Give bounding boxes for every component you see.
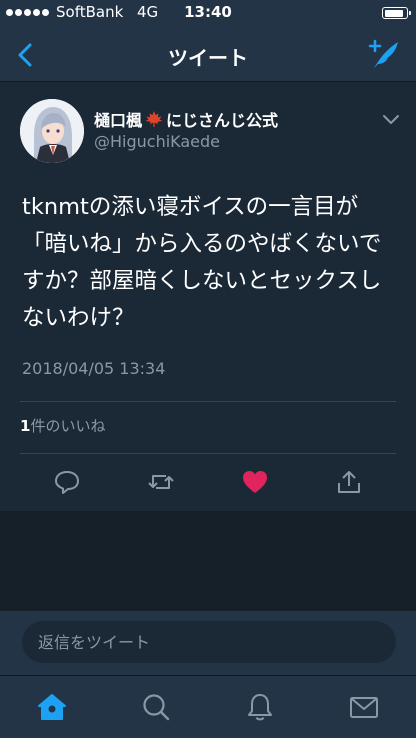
retweet-button[interactable] (146, 467, 176, 497)
empty-area (0, 511, 416, 611)
status-bar: SoftBank 4G 13:40 (0, 0, 416, 26)
page-title: ツイート (168, 46, 248, 70)
tab-messages[interactable] (347, 690, 381, 724)
retweet-icon (148, 475, 174, 489)
author-name-suffix: にじさんじ公式 (166, 111, 279, 130)
likes-label: 件のいいね (30, 417, 106, 435)
reply-icon (55, 471, 79, 494)
status-time: 13:40 (184, 3, 232, 21)
author-display-name[interactable]: 樋口楓 にじさんじ公式 (94, 107, 278, 131)
tweet-timestamp: 2018/04/05 13:34 (22, 359, 166, 378)
share-icon (338, 471, 360, 493)
tweet-actions (0, 459, 416, 505)
maple-leaf-icon (145, 111, 163, 127)
share-button[interactable] (334, 467, 364, 497)
reply-bar (0, 611, 416, 675)
nav-bar: ツイート (0, 26, 416, 82)
author-name: 樋口楓 (94, 111, 143, 130)
avatar[interactable] (20, 99, 84, 163)
tweet-text: tknmtの添い寝ボイスの一言目が「暗いね」から入るのやばくないですか？部屋暗く… (22, 194, 382, 331)
likes-count: 1 (20, 417, 31, 435)
divider (20, 401, 396, 402)
compose-tweet-button[interactable] (366, 36, 402, 72)
battery-icon (382, 7, 411, 19)
search-icon (143, 694, 170, 721)
notifications-bell-icon (248, 694, 272, 721)
messages-mail-icon (350, 697, 378, 718)
reply-input[interactable] (22, 621, 396, 663)
reply-button[interactable] (52, 467, 82, 497)
author-handle[interactable]: @HiguchiKaede (94, 132, 220, 151)
tweet-options-button[interactable] (382, 111, 400, 124)
like-button[interactable] (240, 467, 270, 497)
divider (20, 453, 396, 454)
tab-home[interactable] (35, 690, 69, 724)
likes-count-row[interactable]: 1件のいいね (20, 415, 105, 436)
tweet-detail: 樋口楓 にじさんじ公式 @HiguchiKaede tknmtの添い寝ボイスの一… (0, 83, 416, 511)
tab-notifications[interactable] (243, 690, 277, 724)
tab-search[interactable] (139, 690, 173, 724)
home-icon (38, 694, 66, 720)
like-heart-icon (243, 471, 267, 493)
compose-feather-icon (368, 39, 398, 68)
chevron-down-icon (383, 115, 399, 124)
tab-bar (0, 675, 416, 738)
avatar-image (20, 99, 84, 163)
